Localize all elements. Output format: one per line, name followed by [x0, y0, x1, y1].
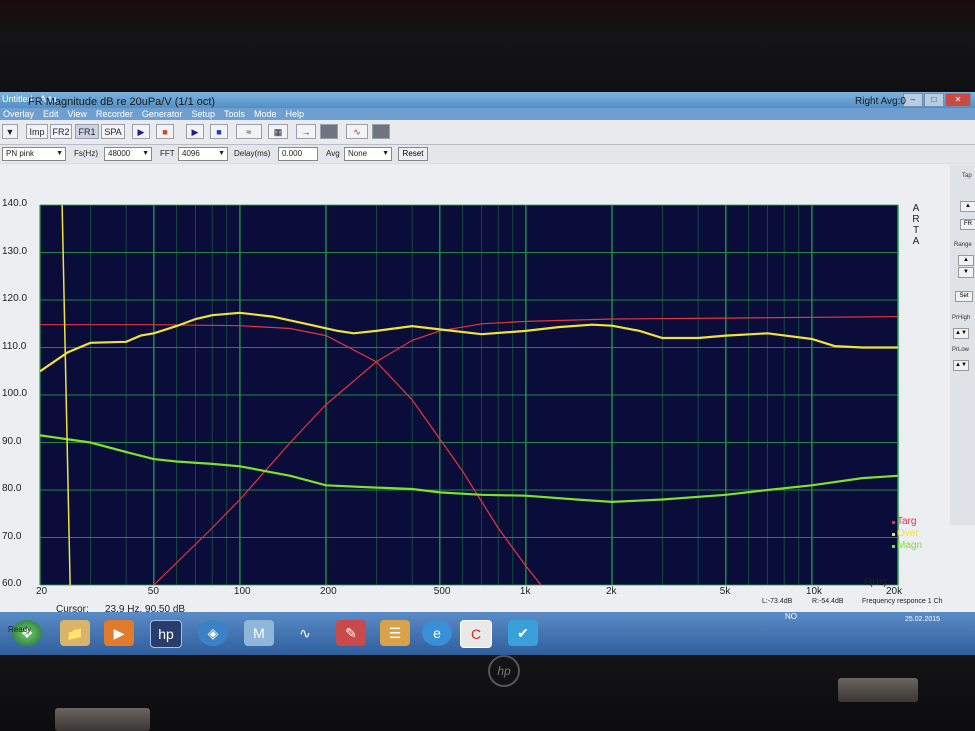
- legend-item-over: Over: [892, 528, 922, 540]
- x-tick-label: 50: [147, 586, 159, 597]
- legend-swatch: [892, 520, 895, 524]
- app-notes-icon[interactable]: ☰: [380, 620, 410, 646]
- prhigh-stepper[interactable]: ▲▼: [953, 328, 969, 339]
- ie-icon[interactable]: e: [422, 620, 452, 646]
- y-tick-label: 80.0: [2, 483, 22, 494]
- x-tick-label: 10k: [805, 586, 823, 597]
- clock[interactable]: 15:12 25.02.2015: [905, 606, 940, 624]
- legend-swatch: [892, 532, 895, 536]
- side-label-range: Range: [954, 242, 972, 248]
- side-label-prlow: PrLow: [952, 347, 970, 353]
- side-button-fr[interactable]: FR: [960, 219, 975, 230]
- left-level: L:-73.4dB: [762, 598, 793, 605]
- hp-logo-icon: hp: [488, 655, 520, 687]
- browser-icon[interactable]: ◈: [198, 620, 228, 646]
- hinge-right: [838, 678, 918, 702]
- right-level: R:-54.4dB: [812, 598, 844, 605]
- x-tick-label: 1k: [519, 586, 531, 597]
- y-tick-label: 110.0: [2, 340, 27, 352]
- set-button[interactable]: Set: [955, 291, 973, 302]
- range-up-button[interactable]: ▲: [958, 255, 974, 266]
- app-m-icon[interactable]: M: [244, 620, 274, 646]
- side-panel: Tap ▲ FR Range ▲ ▼ Set PrHigh ▲▼ PrLow ▲…: [950, 165, 975, 525]
- y-tick-label: 70.0: [2, 530, 22, 542]
- y-tick-label: 60.0: [2, 578, 22, 589]
- side-arrow-button[interactable]: ▲: [960, 201, 975, 212]
- y-tick-label: 120.0: [2, 293, 28, 304]
- legend-label: Magn: [897, 540, 923, 551]
- legend: Targ Over Magn: [892, 516, 922, 552]
- hinge-left: [55, 708, 150, 731]
- legend-swatch: [892, 544, 895, 548]
- legend-item-targ: Targ: [892, 516, 922, 528]
- x-tick-label: 200: [320, 586, 337, 597]
- x-tick-label: 500: [433, 586, 451, 597]
- side-label-prhigh: PrHigh: [952, 315, 971, 321]
- status-ready: Ready: [8, 625, 32, 634]
- side-label-tap: Tap: [962, 173, 972, 179]
- app-tool-icon[interactable]: ✎: [336, 620, 366, 646]
- legend-label: Targ: [897, 516, 917, 527]
- x-tick-label: 20: [36, 586, 48, 597]
- security-icon[interactable]: ✔: [508, 620, 538, 646]
- range-down-button[interactable]: ▼: [958, 267, 974, 278]
- y-tick-label: 100.0: [2, 388, 28, 399]
- lang-indicator[interactable]: NO: [785, 612, 797, 621]
- legend-label: Over: [897, 528, 919, 539]
- media-player-icon[interactable]: ▶: [104, 620, 134, 646]
- x-tick-label: 100: [233, 586, 251, 597]
- x-tick-label: 5k: [719, 586, 731, 597]
- taskbar: ❖ 📁 ▶ hp ◈ M ∿ ✎ ☰ e C ✔: [0, 612, 975, 656]
- y-tick-label: 130.0: [2, 245, 28, 257]
- x-axis-label: F(Hz): [864, 577, 887, 587]
- y-tick-label: 90.0: [2, 435, 22, 447]
- app-wave-icon[interactable]: ∿: [290, 620, 320, 646]
- explorer-icon[interactable]: 📁: [60, 620, 90, 646]
- clock-date: 25.02.2015: [905, 616, 941, 623]
- arta-app-icon[interactable]: C: [460, 620, 492, 648]
- x-tick-label: 20k: [886, 586, 903, 597]
- y-tick-label: 140.0: [2, 198, 28, 209]
- prlow-stepper[interactable]: ▲▼: [953, 360, 969, 371]
- clock-time: 15:12: [913, 607, 932, 614]
- legend-item-magn: Magn: [892, 540, 922, 552]
- hp-icon[interactable]: hp: [150, 620, 182, 648]
- x-tick-label: 2k: [606, 586, 617, 597]
